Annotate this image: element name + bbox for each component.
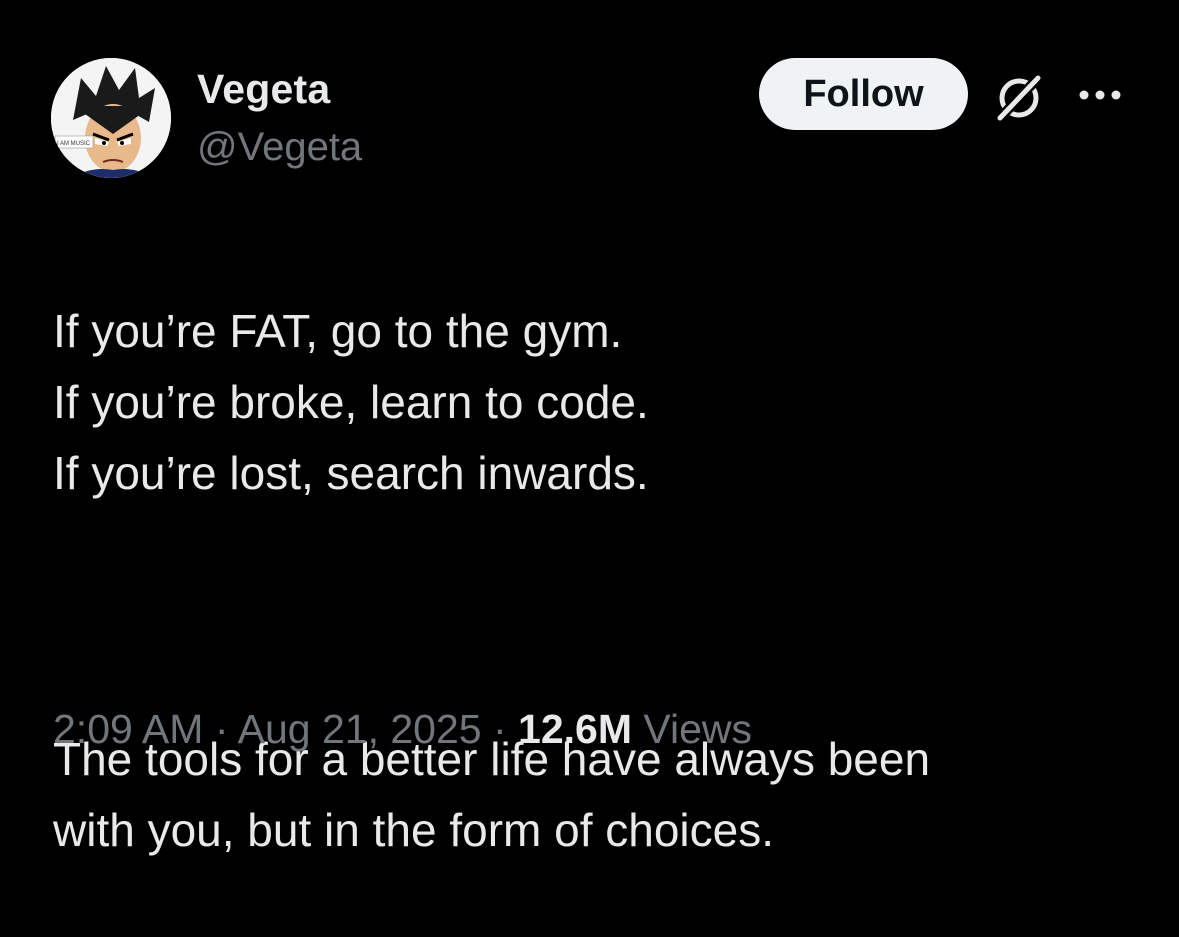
meta-separator: · <box>214 706 238 752</box>
tweet-date[interactable]: Aug 21, 2025 <box>238 706 482 752</box>
author-handle[interactable]: @Vegeta <box>197 125 362 170</box>
views-label: Views <box>643 706 753 752</box>
meta-separator: · <box>493 706 519 752</box>
views-count: 12.6M <box>518 706 632 752</box>
views-link[interactable]: 12.6M Views <box>518 706 752 752</box>
tweet-meta: 2:09 AM · Aug 21, 2025 · 12.6M Views <box>53 706 752 753</box>
tweet-time[interactable]: 2:09 AM <box>53 706 203 752</box>
tweet-paragraph-1: If you’re FAT, go to the gym. If you’re … <box>53 305 649 499</box>
author-display-name[interactable]: Vegeta <box>197 66 330 113</box>
avatar[interactable]: I AM MUSIC <box>51 58 171 178</box>
more-horizontal-icon[interactable] <box>1076 84 1124 106</box>
tweet-card: I AM MUSIC Vegeta @Vegeta Follow If you’… <box>0 0 1179 856</box>
follow-button[interactable]: Follow <box>759 58 968 130</box>
avatar-badge-text: I AM MUSIC <box>57 141 91 147</box>
grok-icon[interactable] <box>992 68 1048 124</box>
vegeta-avatar-image: I AM MUSIC <box>51 58 171 178</box>
tweet-text: If you’re FAT, go to the gym. If you’re … <box>53 225 1133 937</box>
